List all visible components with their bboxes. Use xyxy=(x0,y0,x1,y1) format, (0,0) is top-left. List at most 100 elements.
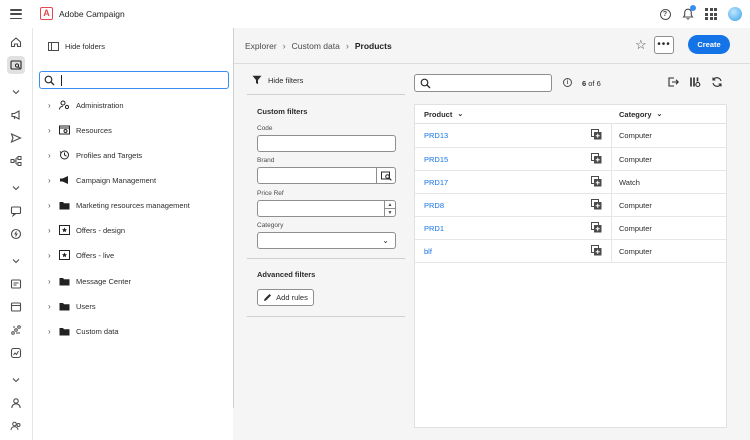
workflows-icon[interactable] xyxy=(7,152,25,170)
templates-icon[interactable] xyxy=(7,298,25,316)
chevron-right-icon[interactable]: › xyxy=(48,226,56,235)
audiences-icon[interactable] xyxy=(7,417,25,435)
chevron-down-icon[interactable] xyxy=(7,371,25,389)
folder-item-resources[interactable]: › Resources xyxy=(48,123,112,137)
product-link[interactable]: PRD8 xyxy=(424,201,444,210)
menu-icon[interactable] xyxy=(10,8,22,20)
table-row[interactable]: PRD17 Watch xyxy=(415,170,726,193)
code-input[interactable] xyxy=(257,135,396,152)
panel-icon xyxy=(48,42,59,51)
megaphone-icon xyxy=(59,175,70,185)
folder-item-users[interactable]: › Users xyxy=(48,299,96,313)
columns-settings-icon[interactable] xyxy=(689,76,701,88)
chevron-right-icon[interactable]: › xyxy=(48,327,56,336)
chevron-up-icon[interactable]: ▲ xyxy=(385,201,395,209)
folder-item-marketing-resources[interactable]: › Marketing resources management xyxy=(48,198,190,212)
stepper-buttons[interactable]: ▲ ▼ xyxy=(384,201,395,216)
folder-item-offers-design[interactable]: › Offers - design xyxy=(48,223,125,237)
chevron-right-icon[interactable]: › xyxy=(48,201,56,210)
favorite-star-icon[interactable]: ☆ xyxy=(635,38,647,51)
export-icon[interactable] xyxy=(667,76,679,88)
product-link[interactable]: blf xyxy=(424,247,432,256)
category-select[interactable]: ⌄ xyxy=(257,232,396,249)
grid-search-input[interactable] xyxy=(414,74,552,92)
folder-item-custom-data[interactable]: › Custom data xyxy=(48,324,119,338)
table-row[interactable]: PRD1 Computer xyxy=(415,216,726,239)
content-icon[interactable] xyxy=(7,275,25,293)
folder-item-message-center[interactable]: › Message Center xyxy=(48,274,131,288)
breadcrumb-explorer[interactable]: Explorer xyxy=(245,41,277,51)
product-link[interactable]: PRD1 xyxy=(424,224,444,233)
add-rules-button[interactable]: Add rules xyxy=(257,289,314,306)
duplicate-icon[interactable] xyxy=(591,199,602,210)
main-content: Explorer › Custom data › Products ☆ ••• … xyxy=(234,28,750,440)
folder-icon xyxy=(59,200,70,210)
campaigns-icon[interactable] xyxy=(7,106,25,124)
table-row[interactable]: PRD15 Computer xyxy=(415,147,726,170)
chevron-down-icon[interactable] xyxy=(7,83,25,101)
duplicate-icon[interactable] xyxy=(591,222,602,233)
brand-input[interactable] xyxy=(257,167,396,184)
chevron-right-icon[interactable]: › xyxy=(48,126,56,135)
info-icon[interactable]: i xyxy=(563,78,572,87)
folder-search-input[interactable] xyxy=(39,71,229,89)
duplicate-icon[interactable] xyxy=(591,245,602,256)
product-link[interactable]: PRD17 xyxy=(424,178,448,187)
duplicate-icon[interactable] xyxy=(591,176,602,187)
brand-picker-button[interactable] xyxy=(376,168,395,183)
avatar[interactable] xyxy=(728,7,742,21)
chevron-down-icon[interactable] xyxy=(7,179,25,197)
dashboard-icon[interactable] xyxy=(7,344,25,362)
top-bar: A Adobe Campaign ? xyxy=(0,0,750,28)
folder-search-icon xyxy=(380,171,392,181)
folder-item-campaign-management[interactable]: › Campaign Management xyxy=(48,173,156,187)
refresh-icon[interactable] xyxy=(711,76,723,88)
column-header-category[interactable]: Category ⌄ xyxy=(619,105,662,123)
more-actions-button[interactable]: ••• xyxy=(654,36,674,54)
offers-icon[interactable] xyxy=(7,225,25,243)
search-icon xyxy=(420,78,431,89)
advanced-filters-title: Advanced filters xyxy=(257,270,316,279)
messages-icon[interactable] xyxy=(7,202,25,220)
folder-item-administration[interactable]: › Administration xyxy=(48,98,124,112)
chevron-right-icon[interactable]: › xyxy=(48,151,56,160)
chevron-down-icon[interactable]: ⌄ xyxy=(457,110,463,118)
table-row[interactable]: blf Computer xyxy=(415,239,726,262)
table-row[interactable]: PRD13 Computer xyxy=(415,124,726,147)
folder-item-profiles-targets[interactable]: › Profiles and Targets xyxy=(48,148,142,162)
code-label: Code xyxy=(257,125,273,132)
bell-icon[interactable] xyxy=(681,5,696,21)
chevron-right-icon[interactable]: › xyxy=(48,101,56,110)
chevron-right-icon[interactable]: › xyxy=(48,302,56,311)
hide-folders-button[interactable]: Hide folders xyxy=(48,42,105,51)
reports-icon[interactable] xyxy=(7,321,25,339)
chevron-right-icon[interactable]: › xyxy=(48,176,56,185)
chevron-right-icon[interactable]: › xyxy=(48,277,56,286)
chevron-right-icon[interactable]: › xyxy=(48,251,56,260)
help-icon[interactable]: ? xyxy=(658,7,672,21)
apps-grid-icon[interactable] xyxy=(704,7,718,21)
table-body: PRD13 Computer PRD15 Computer PRD17 Watc… xyxy=(415,123,726,263)
column-header-product[interactable]: Product ⌄ xyxy=(424,105,463,123)
create-button[interactable]: Create xyxy=(688,35,730,54)
admin-icon xyxy=(59,100,70,110)
explorer-icon[interactable] xyxy=(7,56,25,74)
product-link[interactable]: PRD15 xyxy=(424,155,448,164)
chevron-down-icon[interactable] xyxy=(7,252,25,270)
price-ref-stepper[interactable]: ▲ ▼ xyxy=(257,200,396,217)
profile-icon[interactable] xyxy=(7,394,25,412)
home-icon[interactable] xyxy=(7,33,25,51)
product-link[interactable]: PRD13 xyxy=(424,131,448,140)
hide-filters-label: Hide filters xyxy=(268,75,304,85)
table-row[interactable]: PRD8 Computer xyxy=(415,193,726,216)
duplicate-icon[interactable] xyxy=(591,129,602,140)
chevron-down-icon[interactable]: ▼ xyxy=(385,209,395,216)
duplicate-icon[interactable] xyxy=(591,153,602,164)
breadcrumb-custom-data[interactable]: Custom data xyxy=(292,41,340,51)
chevron-down-icon[interactable]: ⌄ xyxy=(657,110,663,118)
deliveries-icon[interactable] xyxy=(7,129,25,147)
folder-item-offers-live[interactable]: › Offers - live xyxy=(48,248,114,262)
header-divider xyxy=(234,63,750,64)
profiles-icon xyxy=(59,150,70,160)
hide-filters-button[interactable]: Hide filters xyxy=(252,75,303,85)
